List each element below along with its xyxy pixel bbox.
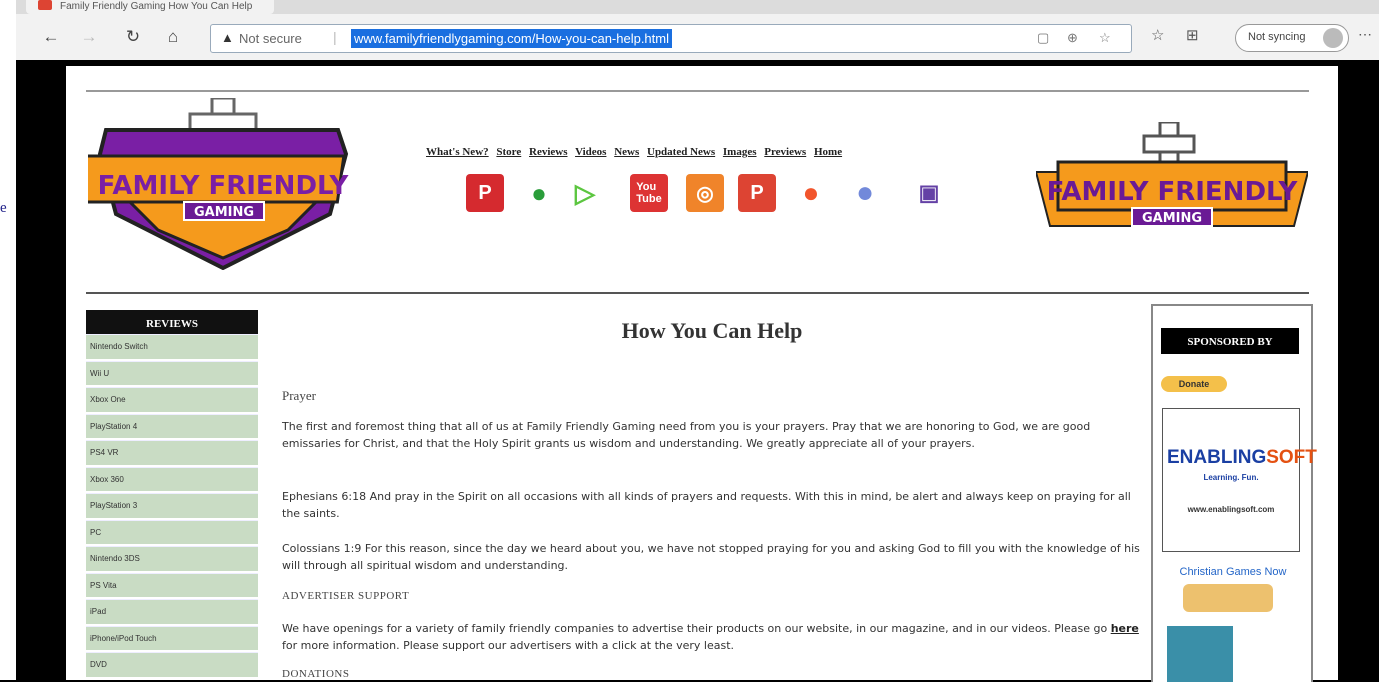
back-icon[interactable]: ← <box>38 24 64 50</box>
christian-games-now-link[interactable]: Christian Games Now <box>1163 566 1303 578</box>
url-text[interactable]: www.familyfriendlygaming.com/How-you-can… <box>351 29 672 48</box>
logo-text: FAMILY FRIENDLY <box>98 171 350 201</box>
side-logo-text: FAMILY FRIENDLY <box>1047 177 1299 207</box>
advertiser-paragraph: We have openings for a variety of family… <box>282 620 1140 654</box>
patreon-icon[interactable]: ● <box>792 174 830 212</box>
sidebar-item[interactable]: PS Vita <box>86 572 258 597</box>
sidebar-item[interactable]: PlayStation 4 <box>86 413 258 438</box>
donate-button[interactable]: Donate <box>1161 376 1227 392</box>
avatar <box>1323 28 1343 48</box>
nav-updated-news[interactable]: Updated News <box>647 146 715 158</box>
christian-games-now-art[interactable] <box>1183 584 1273 612</box>
sidebar-item[interactable]: PS4 VR <box>86 440 258 465</box>
parler-icon[interactable]: P <box>466 174 504 212</box>
favicon-icon <box>38 0 52 10</box>
warning-icon: ▲ <box>221 30 234 45</box>
discord-icon[interactable]: ● <box>846 174 884 212</box>
favorite-add-icon[interactable]: ☆ <box>1099 30 1111 46</box>
address-bar[interactable]: ▲ Not secure | www.familyfriendlygaming.… <box>210 24 1132 53</box>
sidebar-item[interactable]: iPhone/iPod Touch <box>86 625 258 650</box>
refresh-icon[interactable]: ↻ <box>120 24 146 50</box>
book-cover-image[interactable] <box>1167 626 1233 682</box>
sidebar-item[interactable]: Wii U <box>86 360 258 385</box>
left-gutter: e <box>0 0 16 680</box>
more-icon[interactable]: ⋯ <box>1358 26 1372 43</box>
side-logo-subtext: GAMING <box>1142 211 1202 226</box>
top-nav: What's New? Store Reviews Videos News Up… <box>426 146 847 158</box>
twitch-icon[interactable]: ▣ <box>910 174 948 212</box>
zoom-icon[interactable]: ⊕ <box>1067 30 1078 46</box>
tab-strip: Family Friendly Gaming How You Can Help <box>16 0 1379 14</box>
prayer-paragraph: The first and foremost thing that all of… <box>282 420 1091 450</box>
reader-icon[interactable]: ▢ <box>1037 30 1049 46</box>
advertiser-text-b: for more information. Please support our… <box>282 639 735 652</box>
divider-header <box>86 292 1309 294</box>
nav-previews[interactable]: Previews <box>764 146 806 158</box>
sponsor-logo: ENABLINGSOFT <box>1167 447 1317 469</box>
pinterest-icon[interactable]: P <box>738 174 776 212</box>
sync-button[interactable]: Not syncing <box>1235 24 1349 52</box>
advertiser-text-a: We have openings for a variety of family… <box>282 622 1111 635</box>
browser-tab[interactable]: Family Friendly Gaming How You Can Help <box>26 0 274 14</box>
nav-whats-new[interactable]: What's New? <box>426 146 489 158</box>
sidebar-heading: REVIEWS <box>86 310 258 334</box>
youtube-icon[interactable]: You Tube <box>630 174 668 212</box>
divider-top <box>86 90 1309 92</box>
rumble-icon[interactable]: ▷ <box>566 174 604 212</box>
sidebar-item[interactable]: PlayStation 3 <box>86 493 258 518</box>
favorites-icon[interactable]: ☆ <box>1151 26 1164 44</box>
donations-heading: DONATIONS <box>282 668 350 680</box>
nav-home[interactable]: Home <box>814 146 842 158</box>
ephesians-paragraph: Ephesians 6:18 And pray in the Spirit on… <box>282 490 1131 520</box>
nav-news[interactable]: News <box>614 146 639 158</box>
sidebar-item[interactable]: Xbox One <box>86 387 258 412</box>
nav-reviews[interactable]: Reviews <box>529 146 568 158</box>
advertiser-heading: ADVERTISER SUPPORT <box>282 590 410 602</box>
nav-store[interactable]: Store <box>496 146 521 158</box>
camera-icon[interactable]: ◎ <box>686 174 724 212</box>
sponsor-brand-b: SOFT <box>1266 447 1317 468</box>
sync-label: Not syncing <box>1248 31 1306 43</box>
here-link[interactable]: here <box>1111 622 1139 635</box>
sponsor-site: www.enablingsoft.com <box>1187 505 1275 514</box>
site-logo[interactable]: FAMILY FRIENDLY GAMING <box>88 98 358 270</box>
sponsor-ad[interactable]: ENABLINGSOFT Learning. Fun. www.enabling… <box>1162 408 1317 552</box>
home-icon[interactable]: ⌂ <box>160 24 186 50</box>
logo-subtext: GAMING <box>194 205 254 220</box>
sidebar-item[interactable]: iPad <box>86 599 258 624</box>
separator: | <box>333 29 337 45</box>
sponsored-heading: SPONSORED BY <box>1161 328 1299 354</box>
sidebar-item[interactable]: DVD <box>86 652 258 677</box>
side-logo: FAMILY FRIENDLY GAMING <box>1036 122 1308 227</box>
nav-videos[interactable]: Videos <box>575 146 606 158</box>
browser-chrome: Family Friendly Gaming How You Can Help … <box>16 0 1379 60</box>
tab-title: Family Friendly Gaming How You Can Help <box>60 1 253 12</box>
page-title: How You Can Help <box>621 318 803 343</box>
frog-icon[interactable]: ● <box>520 174 558 212</box>
sponsor-tagline: Learning. Fun. <box>1203 473 1259 482</box>
stray-text: e <box>0 200 7 216</box>
sponsor-brand-a: ENABLING <box>1167 447 1267 468</box>
prayer-heading: Prayer <box>282 388 316 403</box>
sidebar-item[interactable]: Nintendo 3DS <box>86 546 258 571</box>
forward-icon[interactable]: → <box>76 24 102 50</box>
colossians-paragraph: Colossians 1:9 For this reason, since th… <box>282 542 1140 572</box>
sidebar-item[interactable]: Xbox 360 <box>86 466 258 491</box>
not-secure-label[interactable]: Not secure <box>239 31 302 46</box>
sidebar-item[interactable]: Nintendo Switch <box>86 334 258 359</box>
social-icons: P ● ▷ You Tube ◎ P ● ● ▣ <box>466 174 966 218</box>
reviews-sidebar: REVIEWS Nintendo Switch Wii U Xbox One P… <box>86 310 258 679</box>
nav-images[interactable]: Images <box>723 146 757 158</box>
sponsor-panel: SPONSORED BY Donate ENABLINGSOFT Learnin… <box>1151 304 1317 682</box>
sidebar-item[interactable]: PC <box>86 519 258 544</box>
collections-icon[interactable]: ⊞ <box>1186 26 1199 44</box>
web-page: FAMILY FRIENDLY GAMING What's New? Store… <box>66 66 1338 682</box>
